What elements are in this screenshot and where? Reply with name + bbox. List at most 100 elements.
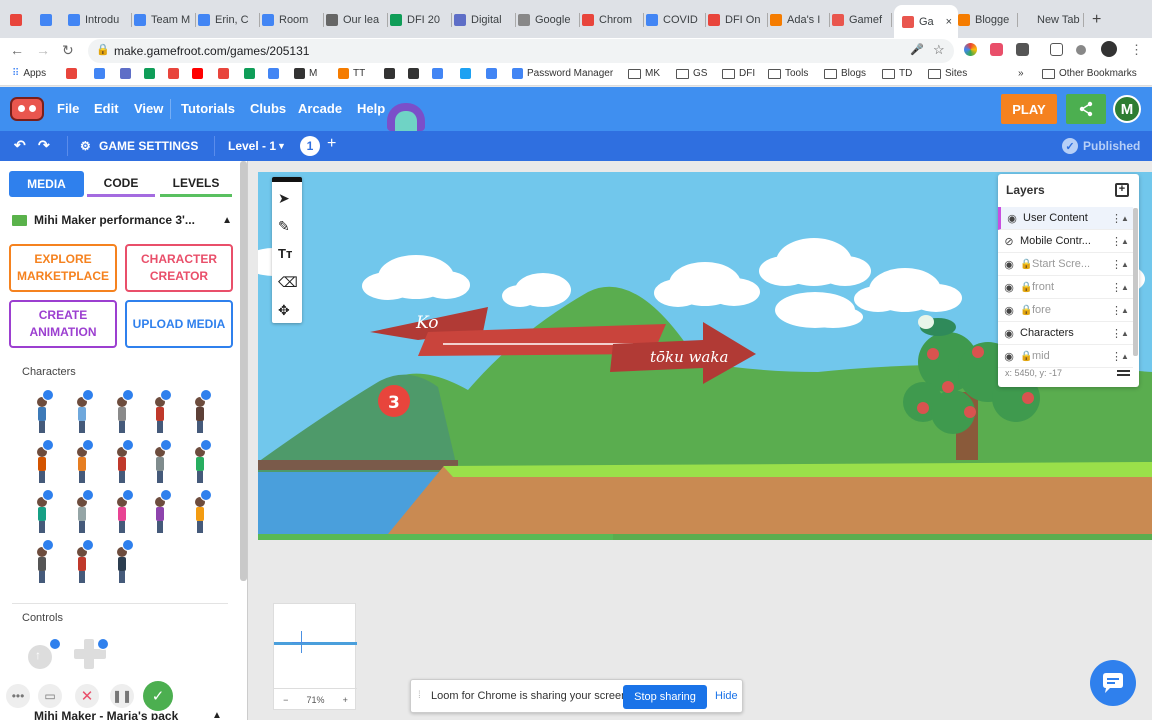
bookmark-item[interactable]: Blogs bbox=[824, 68, 866, 79]
lock-icon[interactable]: 🔒 bbox=[1020, 259, 1032, 270]
menu-help[interactable]: Help bbox=[357, 101, 385, 116]
character-sprite[interactable] bbox=[116, 497, 128, 533]
layer-row[interactable]: ◉ 🔒 fore ⋮ ▲ bbox=[998, 299, 1133, 322]
confirm-icon[interactable]: ✓ bbox=[143, 681, 173, 711]
chevron-down-icon[interactable]: ▼ bbox=[277, 141, 286, 151]
browser-tab[interactable]: Team M bbox=[134, 9, 196, 31]
browser-tab[interactable]: New Tab bbox=[1020, 9, 1084, 31]
gear-icon[interactable]: ⚙ bbox=[80, 139, 91, 153]
bookmark-item[interactable]: » bbox=[1018, 68, 1024, 79]
browser-menu-icon[interactable]: ⋮ bbox=[1130, 42, 1143, 58]
hide-button[interactable]: Hide bbox=[715, 690, 738, 702]
browser-tab[interactable]: Introdu bbox=[68, 9, 132, 31]
address-bar[interactable]: 🔒 make.gamefroot.com/games/205131 🎤 ☆ bbox=[88, 39, 954, 63]
browser-tab[interactable]: COVID bbox=[646, 9, 706, 31]
layer-options-icon[interactable]: ⋮ bbox=[1111, 258, 1122, 271]
zoom-out-icon[interactable]: − bbox=[283, 695, 288, 705]
bookmark-item[interactable] bbox=[432, 68, 443, 79]
chevron-up-icon[interactable]: ▲ bbox=[1121, 329, 1133, 338]
select-tool-icon[interactable]: ➤ bbox=[278, 190, 290, 207]
bookmark-item[interactable]: TD bbox=[882, 68, 912, 79]
close-icon[interactable]: ✕ bbox=[75, 684, 99, 708]
redo-icon[interactable]: ↷ bbox=[38, 137, 50, 154]
cast-icon[interactable] bbox=[1050, 43, 1063, 56]
layer-row[interactable]: ◉ 🔒 mid ⋮ ▲ bbox=[998, 345, 1133, 368]
eye-off-icon[interactable]: ⊘ bbox=[998, 235, 1020, 248]
drag-handle-icon[interactable]: ⁞ bbox=[418, 690, 421, 701]
back-icon[interactable]: ← bbox=[10, 42, 24, 58]
bookmark-item[interactable] bbox=[120, 68, 131, 79]
character-sprite[interactable] bbox=[36, 397, 48, 433]
user-avatar[interactable]: M bbox=[1113, 95, 1141, 123]
browser-tab[interactable]: Gamef bbox=[832, 9, 892, 31]
extension-icon[interactable] bbox=[990, 43, 1003, 56]
bookmark-item[interactable] bbox=[192, 68, 203, 79]
character-sprite[interactable] bbox=[76, 397, 88, 433]
eraser-tool-icon[interactable]: ⌫ bbox=[278, 274, 298, 291]
bookmark-item[interactable]: TT bbox=[338, 68, 365, 79]
chevron-up-icon[interactable]: ▲ bbox=[212, 710, 222, 720]
character-sprite[interactable] bbox=[36, 547, 48, 583]
eye-icon[interactable]: ◉ bbox=[998, 304, 1020, 317]
forward-icon[interactable]: → bbox=[36, 42, 50, 58]
chevron-up-icon[interactable]: ▲ bbox=[1121, 237, 1133, 246]
lock-icon[interactable]: 🔒 bbox=[1020, 351, 1032, 362]
undo-icon[interactable]: ↶ bbox=[14, 137, 26, 154]
minimap[interactable]: − 71% + bbox=[273, 603, 357, 710]
bookmark-item[interactable] bbox=[486, 68, 497, 79]
layer-options-icon[interactable]: ⋮ bbox=[1111, 212, 1122, 225]
game-settings-button[interactable]: GAME SETTINGS bbox=[99, 139, 198, 153]
character-sprite[interactable] bbox=[116, 397, 128, 433]
text-tool-icon[interactable]: Tт bbox=[278, 246, 292, 261]
play-button[interactable]: PLAY bbox=[1001, 94, 1057, 124]
character-creator-button[interactable]: CHARACTER CREATOR bbox=[125, 244, 233, 292]
eye-icon[interactable]: ◉ bbox=[1001, 212, 1023, 225]
extension-shield-icon[interactable] bbox=[1016, 43, 1029, 56]
panel-scrollbar[interactable] bbox=[240, 161, 247, 581]
menu-file[interactable]: File bbox=[57, 101, 79, 116]
character-sprite[interactable] bbox=[116, 447, 128, 483]
browser-tab[interactable]: DFI 20 bbox=[390, 9, 452, 31]
layer-options-icon[interactable]: ⋮ bbox=[1111, 327, 1122, 340]
browser-tab[interactable]: Chrom bbox=[582, 9, 644, 31]
chevron-up-icon[interactable]: ▲ bbox=[1121, 260, 1133, 269]
bookmark-item[interactable]: DFI bbox=[722, 68, 755, 79]
menu-clubs[interactable]: Clubs bbox=[250, 101, 286, 116]
character-sprite[interactable] bbox=[76, 447, 88, 483]
tab-levels[interactable]: LEVELS bbox=[160, 171, 232, 197]
character-sprite[interactable] bbox=[154, 447, 166, 483]
tab-code[interactable]: CODE bbox=[87, 171, 155, 197]
character-sprite[interactable] bbox=[194, 497, 206, 533]
bookmark-item[interactable] bbox=[144, 68, 155, 79]
share-button[interactable] bbox=[1066, 94, 1106, 124]
browser-tab[interactable]: Blogge bbox=[958, 9, 1018, 31]
browser-tab[interactable]: Google bbox=[518, 9, 580, 31]
layer-options-icon[interactable]: ⋮ bbox=[1111, 304, 1122, 317]
bookmark-item[interactable]: M bbox=[294, 68, 317, 79]
eye-icon[interactable]: ◉ bbox=[998, 281, 1020, 294]
move-tool-icon[interactable]: ✥ bbox=[278, 302, 290, 319]
bookmark-item[interactable]: Sites bbox=[928, 68, 967, 79]
browser-tab[interactable]: Digital bbox=[454, 9, 516, 31]
pause-icon[interactable]: ❚❚ bbox=[110, 684, 134, 708]
eye-icon[interactable]: ◉ bbox=[998, 258, 1020, 271]
character-sprite[interactable] bbox=[154, 397, 166, 433]
explore-marketplace-button[interactable]: EXPLORE MARKETPLACE bbox=[9, 244, 117, 292]
eye-icon[interactable]: ◉ bbox=[998, 350, 1020, 363]
add-layer-icon[interactable]: + bbox=[1115, 183, 1129, 197]
menu-tutorials[interactable]: Tutorials bbox=[181, 101, 235, 116]
bookmark-item[interactable] bbox=[384, 68, 395, 79]
menu-arcade[interactable]: Arcade bbox=[298, 101, 342, 116]
bookmark-item[interactable] bbox=[94, 68, 105, 79]
browser-tab[interactable]: Erin, C bbox=[198, 9, 260, 31]
chevron-up-icon[interactable]: ▲ bbox=[1121, 283, 1133, 292]
bookmark-item[interactable] bbox=[408, 68, 419, 79]
bookmark-item[interactable] bbox=[244, 68, 255, 79]
browser-tab[interactable]: Ada's I bbox=[770, 9, 830, 31]
character-sprite[interactable] bbox=[36, 497, 48, 533]
lock-icon[interactable]: 🔒 bbox=[1020, 282, 1032, 293]
reload-icon[interactable]: ↻ bbox=[62, 42, 74, 59]
bookmark-item[interactable] bbox=[460, 68, 471, 79]
star-icon[interactable]: ☆ bbox=[933, 42, 945, 58]
more-icon[interactable]: ••• bbox=[6, 684, 30, 708]
